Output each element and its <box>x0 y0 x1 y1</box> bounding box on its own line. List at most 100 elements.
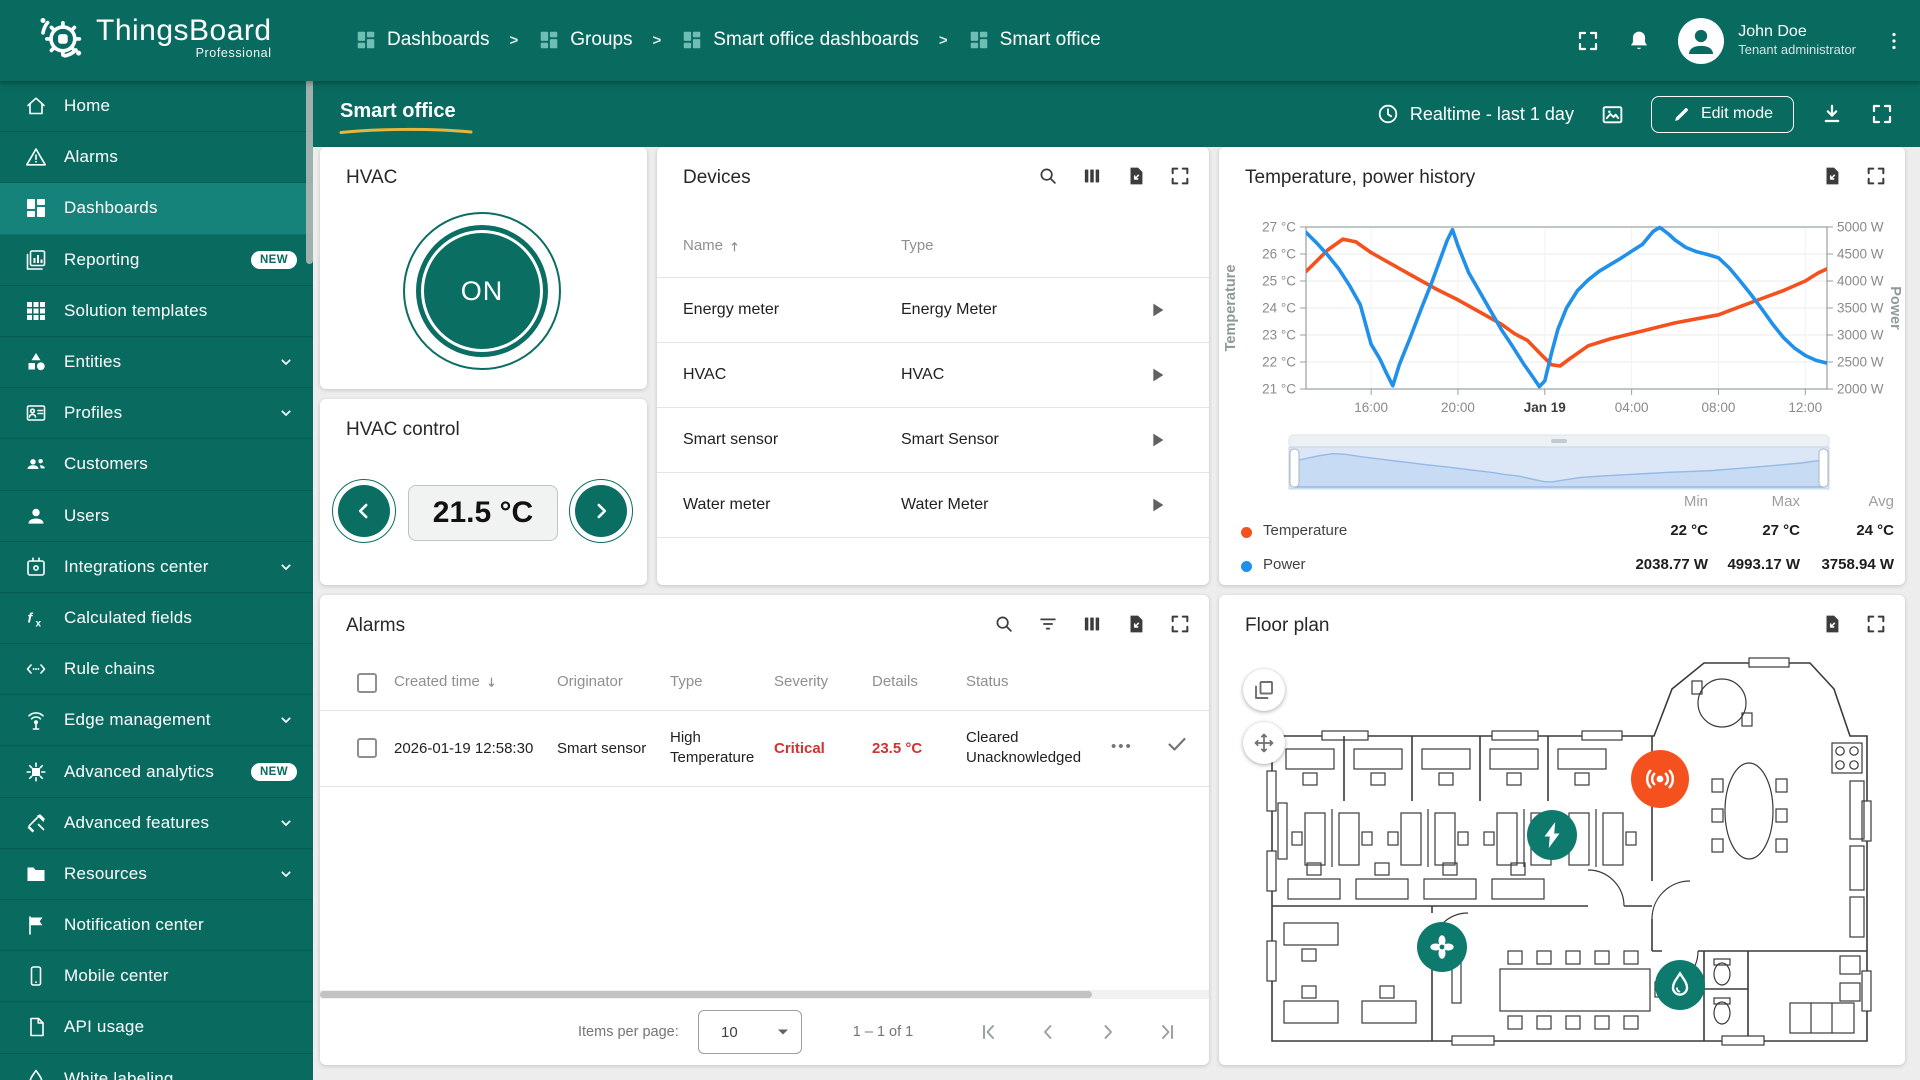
breadcrumb-item[interactable]: Dashboards <box>355 29 489 51</box>
dashboard-fullscreen-icon[interactable] <box>1870 102 1894 126</box>
sidebar-item-label: Users <box>64 506 297 526</box>
more-actions-icon[interactable]: ••• <box>1111 738 1133 755</box>
sidebar-item-reporting[interactable]: ReportingNEW <box>0 235 313 286</box>
breadcrumb-item[interactable]: Groups <box>538 29 632 51</box>
water-meter-marker[interactable] <box>1655 960 1705 1010</box>
export-icon[interactable] <box>1821 613 1843 635</box>
column-header-type[interactable]: Type <box>670 673 703 690</box>
search-icon[interactable] <box>993 613 1015 635</box>
search-icon[interactable] <box>1037 165 1059 187</box>
hvac-power-button[interactable]: ON <box>416 225 548 357</box>
fullscreen-icon[interactable] <box>1169 165 1191 187</box>
legend-max-value: 4993.17 W <box>1727 556 1800 573</box>
svg-text:x: x <box>36 618 42 629</box>
sidebar-item-customers[interactable]: Customers <box>0 439 313 490</box>
download-icon[interactable] <box>1820 102 1844 126</box>
device-details-play-icon[interactable] <box>1146 494 1168 516</box>
device-details-play-icon[interactable] <box>1146 364 1168 386</box>
column-header-details[interactable]: Details <box>872 673 918 690</box>
legend-row[interactable]: Power2038.77 W4993.17 W3758.94 W <box>1219 555 1905 581</box>
svg-text:4500 W: 4500 W <box>1837 247 1884 262</box>
legend-row[interactable]: Temperature22 °C27 °C24 °C <box>1219 521 1905 547</box>
legend-min-value: 22 °C <box>1670 522 1708 539</box>
filter-icon[interactable] <box>1037 613 1059 635</box>
sidebar-item-alarms[interactable]: Alarms <box>0 132 313 183</box>
sidebar-item-advanced-features[interactable]: Advanced features <box>0 798 313 849</box>
sidebar-item-rule-chains[interactable]: Rule chains <box>0 644 313 695</box>
entities-icon <box>24 350 48 374</box>
more-vert-icon[interactable] <box>1882 29 1906 53</box>
columns-icon[interactable] <box>1081 613 1103 635</box>
fullscreen-icon[interactable] <box>1169 613 1191 635</box>
fullscreen-icon[interactable] <box>1865 613 1887 635</box>
sidebar-item-home[interactable]: Home <box>0 81 313 132</box>
app-logo[interactable]: ThingsBoard Professional <box>38 14 272 60</box>
column-header-type[interactable]: Type <box>901 237 934 254</box>
widget-title: Alarms <box>346 615 405 637</box>
horizontal-scrollbar[interactable] <box>320 990 1209 999</box>
export-icon[interactable] <box>1125 165 1147 187</box>
export-icon[interactable] <box>1125 613 1147 635</box>
timewindow-button[interactable]: Realtime - last 1 day <box>1376 102 1574 126</box>
column-header-name[interactable]: Name <box>683 237 742 254</box>
sidebar-item-label: Advanced features <box>64 813 275 833</box>
sidebar-item-dashboards[interactable]: Dashboards <box>0 183 313 234</box>
hvac-marker[interactable] <box>1417 922 1467 972</box>
column-header-originator[interactable]: Originator <box>557 673 623 690</box>
sidebar-item-edge-management[interactable]: Edge management <box>0 695 313 746</box>
notifications-bell-icon[interactable] <box>1626 28 1652 54</box>
alarms-pagination: Items per page: 10 1 – 1 of 1 <box>320 999 1209 1065</box>
dashboard-image-icon[interactable] <box>1600 102 1625 127</box>
row-checkbox[interactable] <box>357 738 377 758</box>
fullscreen-icon[interactable] <box>1576 29 1600 53</box>
sidebar-item-resources[interactable]: Resources <box>0 849 313 900</box>
column-header-severity[interactable]: Severity <box>774 673 828 690</box>
edit-mode-button[interactable]: Edit mode <box>1651 96 1794 133</box>
time-series-chart[interactable]: 27 °C26 °C25 °C24 °C23 °C22 °C21 °C5000 … <box>1219 147 1905 493</box>
sidebar-item-integrations-center[interactable]: Integrations center <box>0 542 313 593</box>
sidebar-item-label: Reporting <box>64 250 251 270</box>
edge-icon <box>24 708 48 732</box>
sidebar-item-entities[interactable]: Entities <box>0 337 313 388</box>
svg-text:26 °C: 26 °C <box>1262 247 1296 262</box>
breadcrumb-item[interactable]: Smart office dashboards <box>681 29 919 51</box>
legend-column-header: Max <box>1772 493 1800 510</box>
sidebar-item-profiles[interactable]: Profiles <box>0 388 313 439</box>
smart-sensor-marker[interactable] <box>1631 750 1689 808</box>
avatar[interactable] <box>1678 18 1724 64</box>
pan-button[interactable] <box>1243 722 1285 764</box>
sidebar-item-calculated-fields[interactable]: fxCalculated fields <box>0 593 313 644</box>
energy-meter-marker[interactable] <box>1527 810 1577 860</box>
floorplan-drawing[interactable] <box>1243 651 1891 1051</box>
columns-icon[interactable] <box>1081 165 1103 187</box>
layers-button[interactable] <box>1243 669 1285 711</box>
column-header-status[interactable]: Status <box>966 673 1009 690</box>
legend-avg-value: 3758.94 W <box>1821 556 1894 573</box>
last-page-button[interactable] <box>1152 1016 1184 1048</box>
sidebar-item-mobile-center[interactable]: Mobile center <box>0 951 313 1002</box>
first-page-button[interactable] <box>972 1016 1004 1048</box>
select-all-checkbox[interactable] <box>357 673 377 693</box>
alarm-status: Cleared Unacknowledged <box>966 728 1096 769</box>
sidebar-item-white-labeling[interactable]: White labeling <box>0 1054 313 1080</box>
next-page-button[interactable] <box>1092 1016 1124 1048</box>
previous-page-button[interactable] <box>1032 1016 1064 1048</box>
title-underline <box>338 127 474 135</box>
increase-temperature-button[interactable] <box>575 485 627 537</box>
decrease-temperature-button[interactable] <box>338 485 390 537</box>
page-size-select[interactable]: 10 <box>698 1010 802 1054</box>
sidebar-item-notification-center[interactable]: Notification center <box>0 900 313 951</box>
column-header-created-time[interactable]: Created time <box>394 673 499 690</box>
acknowledge-check-icon[interactable] <box>1165 732 1189 756</box>
svg-text:12:00: 12:00 <box>1788 400 1822 415</box>
sidebar-item-advanced-analytics[interactable]: Advanced analyticsNEW <box>0 746 313 797</box>
device-name-cell: HVAC <box>683 366 726 384</box>
sidebar-item-users[interactable]: Users <box>0 491 313 542</box>
sidebar-item-solution-templates[interactable]: Solution templates <box>0 286 313 337</box>
breadcrumb-item[interactable]: Smart office <box>968 29 1101 51</box>
device-details-play-icon[interactable] <box>1146 429 1168 451</box>
widget-title: Floor plan <box>1245 615 1330 637</box>
device-details-play-icon[interactable] <box>1146 299 1168 321</box>
svg-text:08:00: 08:00 <box>1702 400 1736 415</box>
sidebar-item-api-usage[interactable]: API usage <box>0 1002 313 1053</box>
